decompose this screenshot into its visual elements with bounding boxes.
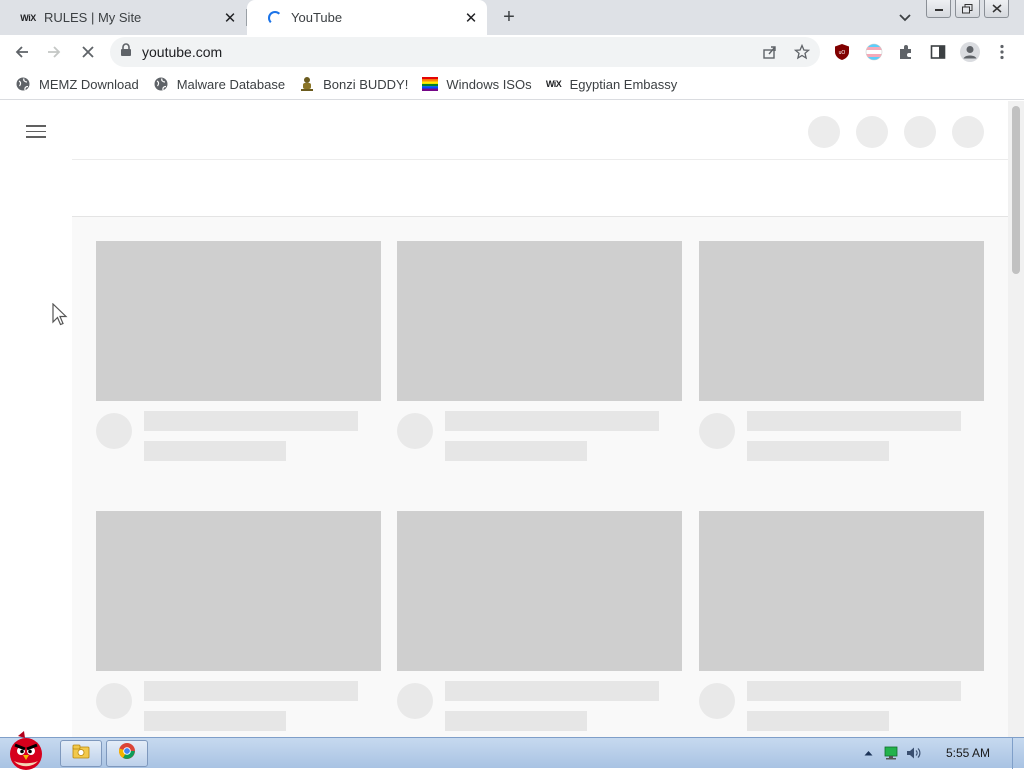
masthead-placeholder-circle xyxy=(808,116,840,148)
chevron-up-icon[interactable] xyxy=(860,745,876,761)
page-scrollbar[interactable] xyxy=(1008,101,1024,737)
ublock-icon[interactable]: uO xyxy=(828,38,856,66)
tab-rules-my-site[interactable]: WiX RULES | My Site ✕ xyxy=(0,0,246,35)
bookmark-label: Bonzi BUDDY! xyxy=(323,76,409,92)
title-placeholder xyxy=(747,411,961,431)
scrollbar-thumb[interactable] xyxy=(1012,106,1020,274)
video-feed-skeleton xyxy=(72,217,1008,737)
channel-avatar-placeholder xyxy=(397,683,433,719)
minimize-icon[interactable] xyxy=(926,0,951,18)
title-placeholder xyxy=(747,681,961,701)
hamburger-menu-icon[interactable] xyxy=(24,121,48,141)
thumbnail-placeholder xyxy=(397,511,682,671)
close-tab-icon[interactable]: ✕ xyxy=(459,6,483,30)
back-arrow-icon[interactable] xyxy=(8,38,36,66)
channel-avatar-placeholder xyxy=(699,413,735,449)
restore-icon[interactable] xyxy=(955,0,980,18)
bonzi-icon xyxy=(299,76,315,92)
thumbnail-placeholder xyxy=(96,511,381,671)
svg-text:uO: uO xyxy=(839,50,846,56)
browser-toolbar: youtube.com uO xyxy=(0,35,1024,69)
address-bar[interactable]: youtube.com xyxy=(110,37,820,67)
channel-avatar-placeholder xyxy=(96,413,132,449)
thumbnail-placeholder xyxy=(397,241,682,401)
channel-avatar-placeholder xyxy=(96,683,132,719)
window-controls xyxy=(926,0,1009,18)
masthead-placeholder-circle xyxy=(856,116,888,148)
bookmark-label: Windows ISOs xyxy=(446,76,532,92)
meta-placeholder xyxy=(144,711,286,731)
profile-icon[interactable] xyxy=(956,38,984,66)
tab-title: YouTube xyxy=(291,10,343,25)
taskbar-explorer-button[interactable] xyxy=(60,740,102,767)
rainbow-flag-icon xyxy=(422,76,439,92)
channel-avatar-placeholder xyxy=(699,683,735,719)
volume-icon[interactable] xyxy=(906,745,922,761)
title-placeholder xyxy=(144,411,358,431)
loading-spinner-icon xyxy=(266,10,284,26)
trans-flag-extension-icon[interactable] xyxy=(860,38,888,66)
video-card-skeleton[interactable] xyxy=(96,511,381,731)
network-icon[interactable] xyxy=(883,745,899,761)
video-card-skeleton[interactable] xyxy=(699,511,984,731)
tab-strip: WiX RULES | My Site ✕ YouTube ✕ + xyxy=(0,0,1024,35)
bookmark-label: Malware Database xyxy=(176,76,286,92)
meta-placeholder xyxy=(747,441,889,461)
tab-search-chevron-down-icon[interactable] xyxy=(893,6,917,30)
video-card-skeleton[interactable] xyxy=(699,241,984,461)
globe-icon xyxy=(153,76,169,92)
masthead-placeholder-circle xyxy=(952,116,984,148)
explorer-folder-icon xyxy=(72,743,90,764)
globe-icon xyxy=(15,76,31,92)
close-window-icon[interactable] xyxy=(984,0,1009,18)
wix-favicon-icon: WiX xyxy=(20,12,36,23)
bookmark-bonzi-buddy[interactable]: Bonzi BUDDY! xyxy=(292,72,415,96)
bookmark-label: MEMZ Download xyxy=(39,76,139,92)
youtube-page xyxy=(0,101,1024,737)
thumbnail-placeholder xyxy=(699,241,984,401)
lock-icon[interactable] xyxy=(120,42,132,62)
stop-loading-icon[interactable] xyxy=(74,38,102,66)
bookmark-label: Egyptian Embassy xyxy=(569,76,678,92)
title-placeholder xyxy=(144,681,358,701)
side-panel-icon[interactable] xyxy=(924,38,952,66)
share-icon[interactable] xyxy=(760,42,780,62)
video-card-skeleton[interactable] xyxy=(397,511,682,731)
meta-placeholder xyxy=(747,711,889,731)
meta-placeholder xyxy=(144,441,286,461)
windows-taskbar: 5:55 AM xyxy=(0,731,1024,770)
chip-bar-placeholder xyxy=(72,159,1008,217)
title-placeholder xyxy=(445,681,659,701)
close-tab-icon[interactable]: ✕ xyxy=(218,6,242,30)
taskbar-chrome-button[interactable] xyxy=(106,740,148,767)
chrome-icon xyxy=(118,742,136,765)
video-card-skeleton[interactable] xyxy=(96,241,381,461)
thumbnail-placeholder xyxy=(96,241,381,401)
show-desktop-button[interactable] xyxy=(1012,738,1024,769)
angry-bird-start-icon[interactable] xyxy=(0,730,52,770)
wix-logo-icon: WiX xyxy=(545,79,562,89)
puzzle-extension-icon[interactable] xyxy=(892,38,920,66)
video-card-skeleton[interactable] xyxy=(397,241,682,461)
bookmark-memz-download[interactable]: MEMZ Download xyxy=(8,72,146,96)
taskbar-clock[interactable]: 5:55 AM xyxy=(946,746,990,760)
star-icon[interactable] xyxy=(792,42,812,62)
tab-title: RULES | My Site xyxy=(44,10,142,25)
channel-avatar-placeholder xyxy=(397,413,433,449)
title-placeholder xyxy=(445,411,659,431)
meta-placeholder xyxy=(445,711,587,731)
meta-placeholder xyxy=(445,441,587,461)
new-tab-plus-icon[interactable]: + xyxy=(497,5,521,29)
bookmark-windows-isos[interactable]: Windows ISOs xyxy=(415,72,538,96)
tab-youtube[interactable]: YouTube ✕ xyxy=(247,0,487,35)
menu-kebab-icon[interactable] xyxy=(988,38,1016,66)
thumbnail-placeholder xyxy=(699,511,984,671)
masthead-placeholder-circle xyxy=(904,116,936,148)
forward-arrow-icon[interactable] xyxy=(40,38,68,66)
bookmarks-bar: MEMZ Download Malware Database Bonzi BUD… xyxy=(0,69,1024,100)
url-text: youtube.com xyxy=(142,44,223,60)
mouse-cursor-icon xyxy=(52,302,68,327)
bookmark-egyptian-embassy[interactable]: WiX Egyptian Embassy xyxy=(539,72,685,96)
bookmark-malware-database[interactable]: Malware Database xyxy=(146,72,292,96)
